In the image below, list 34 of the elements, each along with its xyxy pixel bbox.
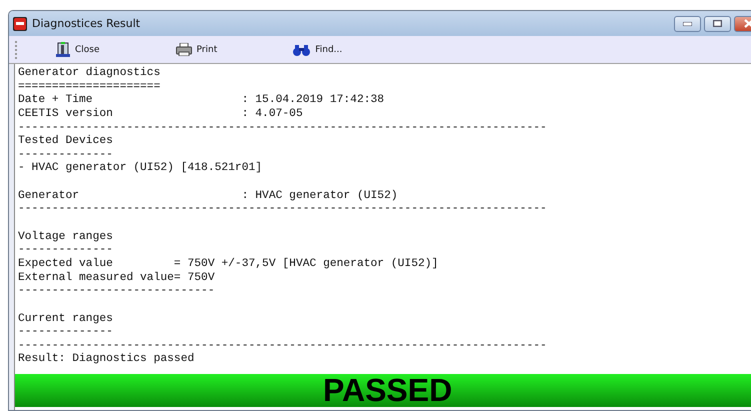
report-line: ------------------------------------------------------------------------------ xyxy=(18,203,548,218)
report-line: CEETIS version : 4.07-05 xyxy=(18,108,304,122)
report-line: Generator : HVAC generator (UI52) xyxy=(18,190,399,204)
app-logo-icon xyxy=(13,16,27,30)
report-line: ------------------------------------------------------------------------------ xyxy=(18,122,548,134)
minimize-button[interactable] xyxy=(674,16,701,32)
minimize-icon xyxy=(683,22,692,26)
report-line: External measured value= 750V xyxy=(18,272,216,286)
report-line: ------------------------------------------------------------------------------ xyxy=(18,340,548,352)
toolbar-button[interactable]: Find... xyxy=(290,42,346,58)
report-line: -------------- xyxy=(18,244,114,258)
report-line: - HVAC generator (UI52) [418.521r01] xyxy=(18,162,264,176)
result-text: PASSED xyxy=(323,372,452,409)
toolbar-button[interactable]: Print xyxy=(172,41,220,58)
maximize-button[interactable] xyxy=(704,16,731,32)
report-line: Generator diagnostics xyxy=(18,67,162,81)
report-line: -------------- xyxy=(18,326,114,340)
window-title: Diagnostices Result xyxy=(32,17,142,30)
report-line: ===================== xyxy=(18,80,162,94)
report-line: Voltage ranges xyxy=(18,230,114,244)
report-line: Date + Time : 15.04.2019 17:42:38 xyxy=(18,94,386,108)
report-line: Expected value = 750V +/-37,5V [HVAC generator (UI52)] xyxy=(18,258,440,272)
close-icon xyxy=(744,19,751,28)
toolbar-button[interactable]: Close xyxy=(53,40,103,59)
report-line: Current ranges xyxy=(18,312,114,326)
report-line: Tested Devices xyxy=(18,135,114,149)
door-icon xyxy=(56,42,70,57)
report-line: Result: Diagnostics passed xyxy=(18,353,196,368)
report-line: -------------- xyxy=(18,148,114,162)
report-line: ----------------------------- xyxy=(18,285,216,299)
maximize-icon xyxy=(713,20,722,27)
toolbar-grip xyxy=(15,40,19,58)
binoculars-icon xyxy=(293,44,310,56)
printer-icon xyxy=(176,43,192,56)
